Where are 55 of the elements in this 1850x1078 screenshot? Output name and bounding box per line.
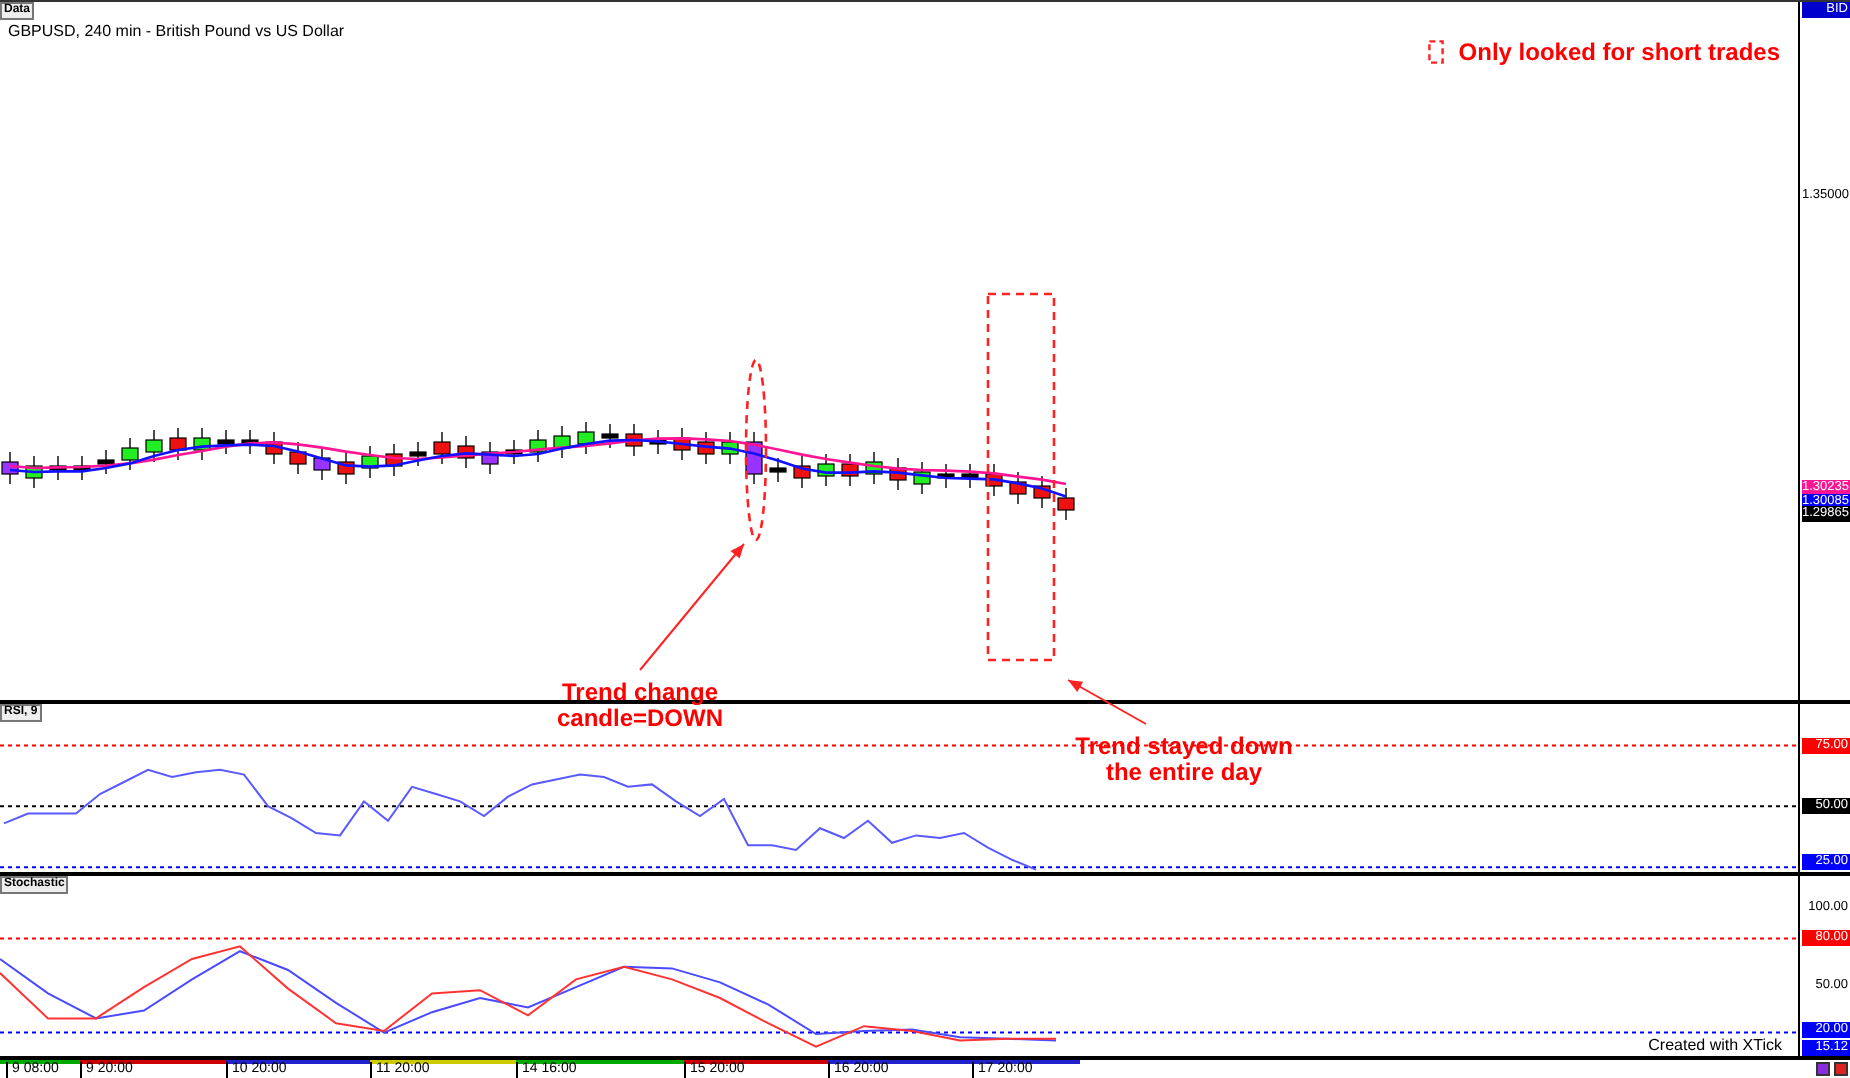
candlestick [337,451,355,485]
annotation-text: Trend stayed down the entire day [1075,734,1293,786]
candlestick [553,425,571,459]
candlestick [169,427,187,461]
candlestick [97,449,115,475]
candlestick [121,437,139,471]
dashed-box-icon [1428,40,1445,64]
candlestick [433,431,451,465]
arrow [1067,679,1147,725]
arrow [639,543,745,671]
chart-title: GBPUSD, 240 min - British Pound vs US Dollar [8,22,345,40]
candlestick [649,429,667,455]
zoom-out-icon[interactable] [1834,1062,1848,1076]
candlestick [145,429,163,463]
candlestick [1033,475,1051,509]
candlestick [265,431,283,465]
zoom-in-icon[interactable] [1816,1062,1830,1076]
candlestick [745,431,763,485]
candlestick [625,423,643,457]
candlestick [1,451,19,485]
candlestick [385,443,403,477]
candlestick [1009,471,1027,505]
candlestick [313,447,331,481]
candlestick [73,455,91,481]
candlestick [937,463,955,489]
credit-text: Created with XTick [1648,1036,1782,1054]
candlestick [457,435,475,469]
candlestick [985,463,1003,497]
candlestick [913,461,931,495]
candlestick [673,427,691,461]
annotation-text: Trend change candle=DOWN [557,680,723,732]
candlestick [361,445,379,479]
candlestick [217,429,235,455]
candlestick [193,427,211,461]
candlestick [793,455,811,489]
legend-text: Only looked for short trades [1458,38,1780,66]
candlestick [49,455,67,481]
candlestick [25,455,43,489]
candlestick [289,441,307,475]
candlestick [697,431,715,465]
candlestick [721,431,739,465]
candlestick [769,457,787,483]
candlestick [529,429,547,463]
candlestick [577,421,595,455]
candlestick [961,463,979,489]
candlestick [817,453,835,487]
candlestick [1057,487,1075,521]
candlestick [889,457,907,491]
candlestick [409,441,427,467]
candlestick [601,423,619,449]
candlestick [241,429,259,455]
candlestick [505,439,523,465]
candlestick [865,451,883,485]
candlestick [481,441,499,475]
candlestick [841,453,859,487]
